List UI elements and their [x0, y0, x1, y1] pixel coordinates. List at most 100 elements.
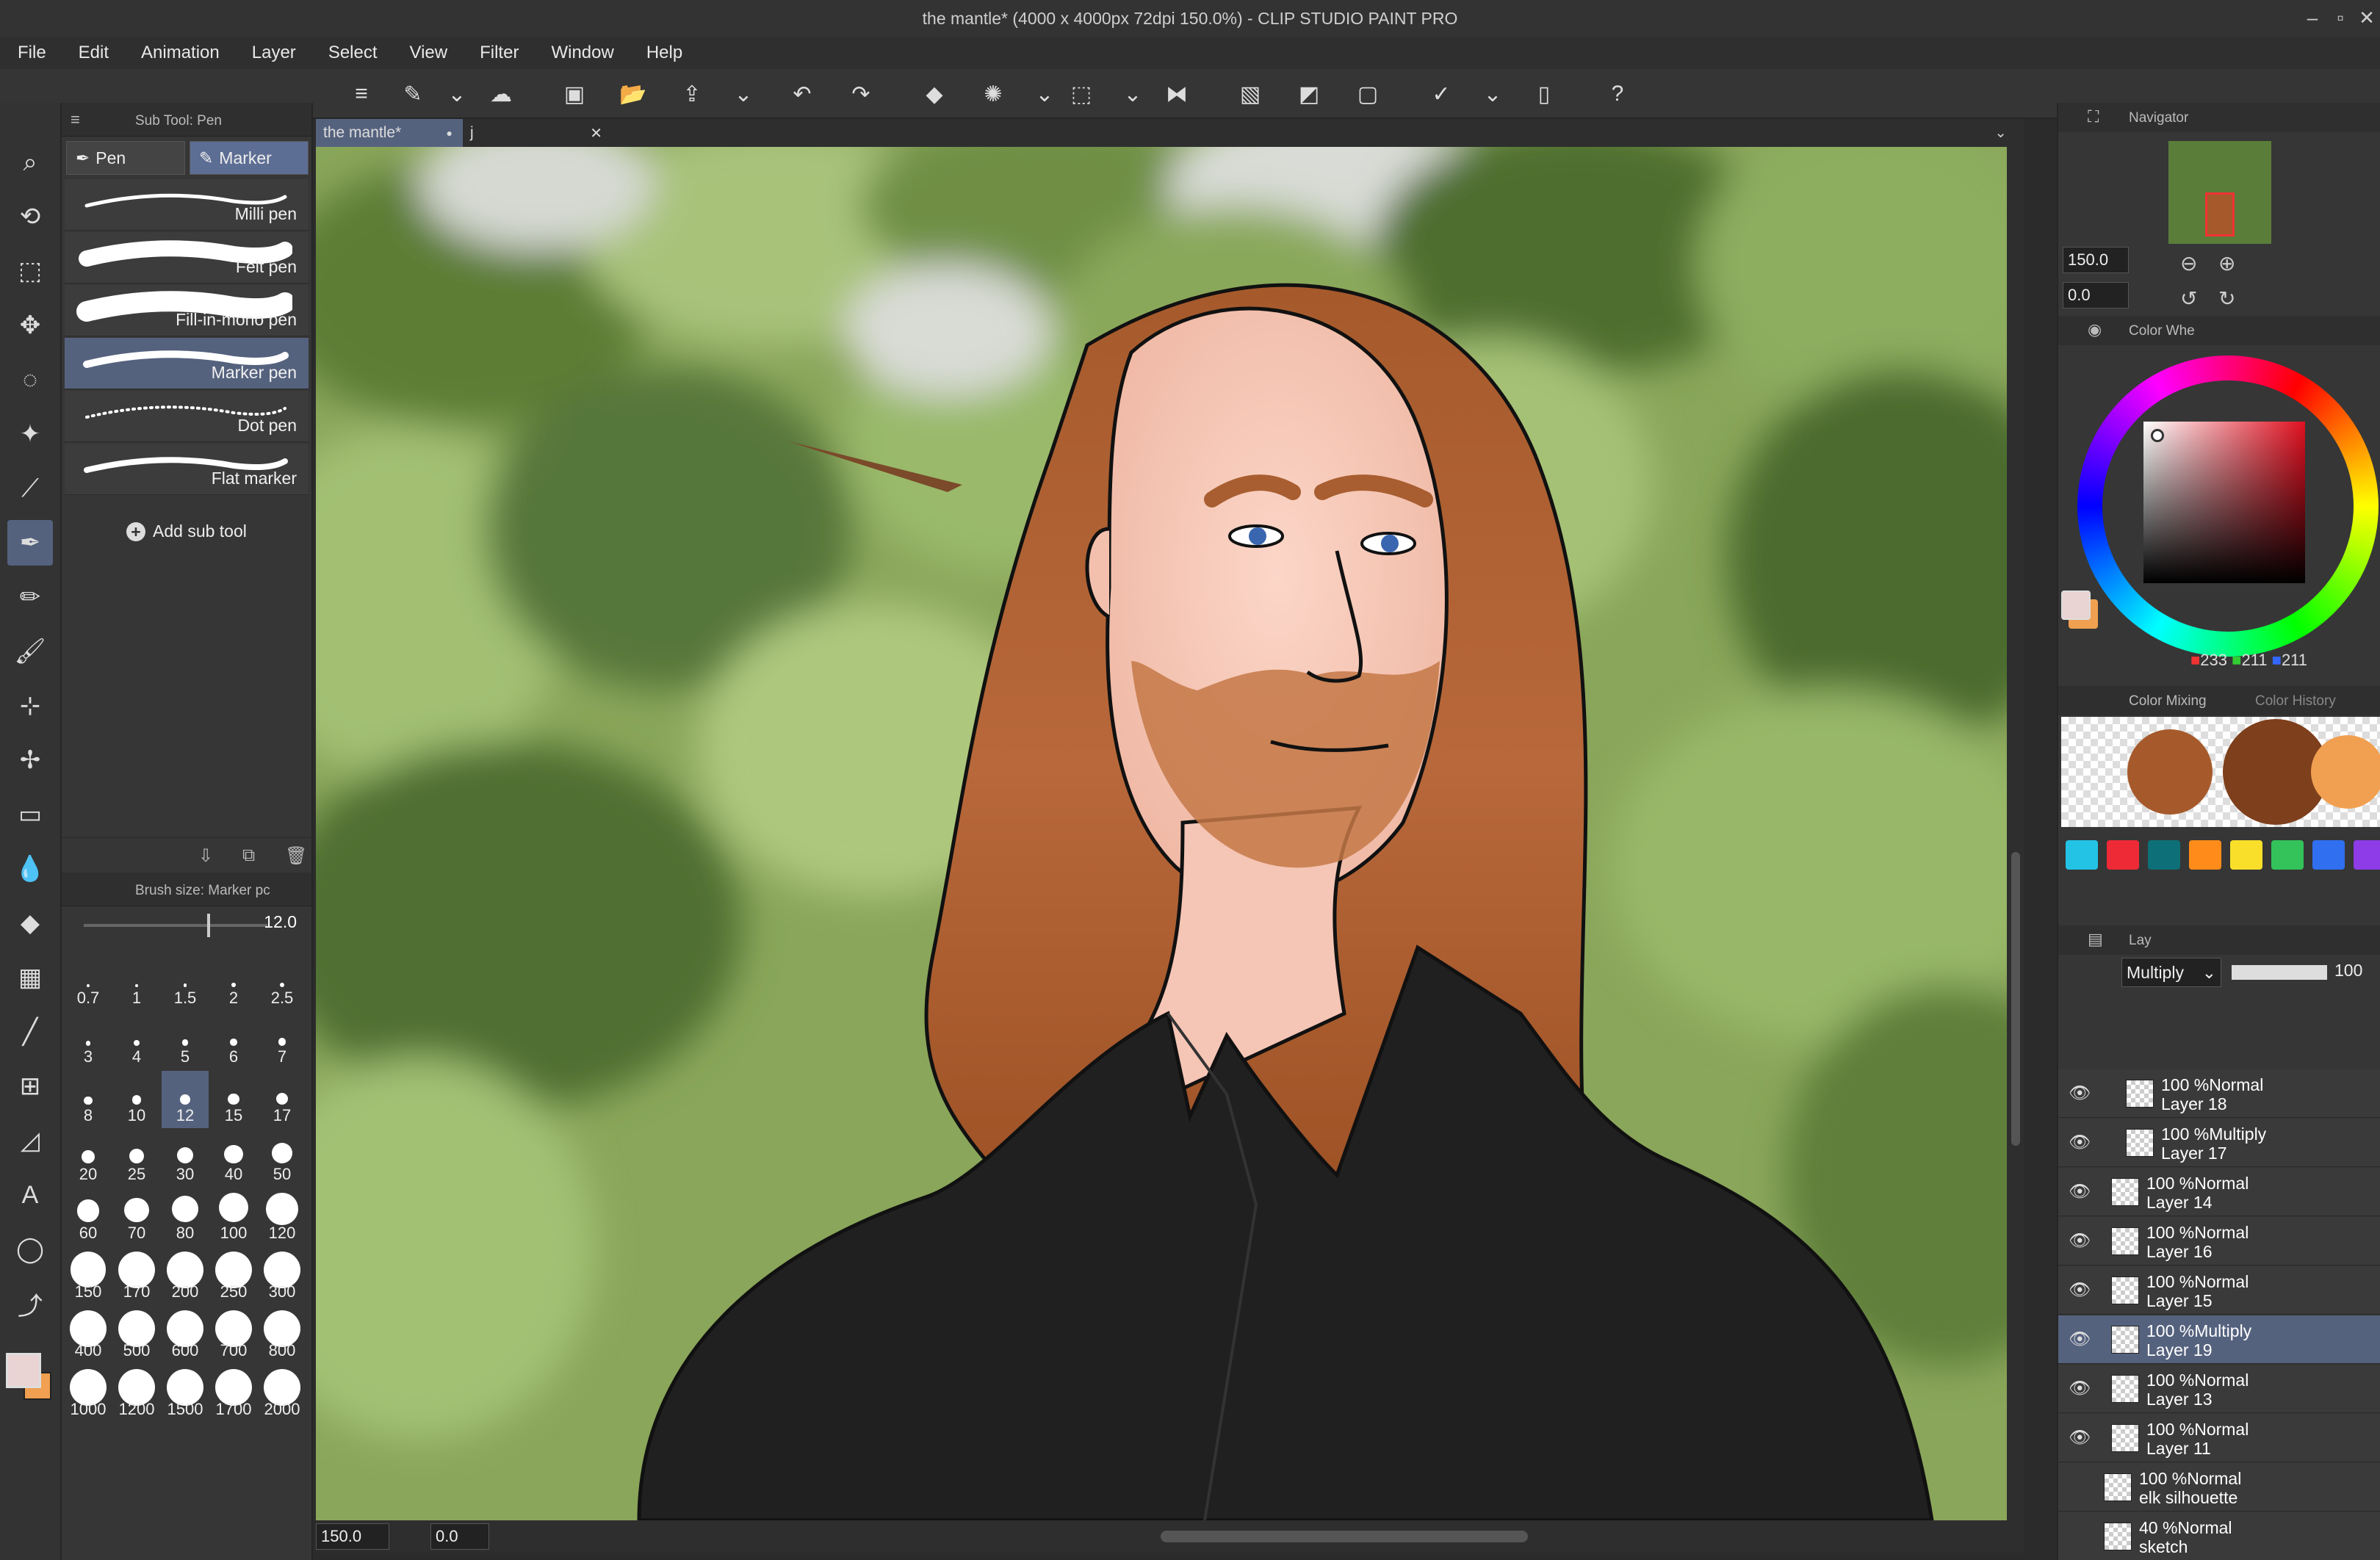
layer-row[interactable]: 40 %Normal sketch — [2058, 1512, 2380, 1560]
brush-size-option[interactable]: 4 — [113, 1012, 160, 1069]
dropdown-icon[interactable]: ⌄ — [441, 78, 473, 110]
rotate-right-icon[interactable]: ↻ — [2218, 286, 2235, 311]
gradient-icon[interactable]: ▦ — [7, 955, 53, 1000]
palette-swatch[interactable] — [2189, 840, 2221, 870]
brush-size-option[interactable]: 40 — [210, 1130, 257, 1187]
color-picker-handle[interactable] — [2151, 429, 2164, 442]
menu-edit[interactable]: Edit — [79, 43, 109, 63]
navigator-angle-field[interactable]: 0.0 — [2063, 282, 2129, 308]
brush-size-option[interactable]: 8 — [65, 1071, 112, 1128]
fill-icon[interactable]: ◆ — [918, 78, 951, 110]
brush-size-option[interactable]: 1 — [113, 953, 160, 1011]
brush-item[interactable]: Marker pen — [65, 338, 309, 389]
brush-size-option[interactable]: 700 — [210, 1306, 257, 1363]
brush-size-option[interactable]: 500 — [113, 1306, 160, 1363]
navigator-zoom-field[interactable]: 150.0 — [2063, 247, 2129, 273]
add-sub-tool-button[interactable]: + Add sub tool — [126, 521, 247, 541]
figure-icon[interactable]: ╱ — [7, 1009, 53, 1055]
layer-row[interactable]: 👁 100 %Normal Layer 16 — [2058, 1217, 2380, 1265]
minimize-icon[interactable]: – — [2299, 4, 2326, 31]
move-icon[interactable]: ✥ — [7, 303, 53, 348]
close-icon[interactable]: ✕ — [2354, 4, 2380, 31]
brush-size-option[interactable]: 120 — [259, 1188, 306, 1246]
open-icon[interactable]: 📂 — [617, 78, 649, 110]
navigator-preview[interactable] — [2168, 141, 2271, 244]
airbrush-icon[interactable]: ⊹ — [7, 683, 53, 729]
menu-icon[interactable]: ≡ — [345, 78, 378, 110]
brush-item[interactable]: Milli pen — [65, 179, 309, 231]
tab-pen[interactable]: ✒ Pen — [66, 141, 185, 175]
brush-item[interactable]: Fill-in-mono pen — [65, 285, 309, 336]
palette-swatch[interactable] — [2312, 840, 2345, 870]
trash-icon[interactable]: 🗑 — [285, 845, 307, 867]
brush-size-option[interactable]: 1700 — [210, 1365, 257, 1422]
layer-row[interactable]: 👁 100 %Normal Layer 18 — [2058, 1069, 2380, 1118]
maximize-icon[interactable]: ▫ — [2327, 4, 2354, 31]
transform-icon[interactable]: ⬚ — [1065, 78, 1097, 110]
check-icon[interactable]: ✓ — [1425, 78, 1457, 110]
saturation-value-square[interactable] — [2143, 422, 2305, 583]
brush-size-option[interactable]: 2000 — [259, 1365, 306, 1422]
eyedropper-icon[interactable]: ⟋ — [7, 466, 53, 511]
text-icon[interactable]: A — [7, 1172, 53, 1218]
brush-size-option[interactable]: 0.7 — [65, 953, 112, 1011]
loading-icon[interactable]: ✺ — [977, 78, 1009, 110]
doc-tab-the-mantle[interactable]: the mantle* ● — [316, 119, 463, 147]
pen-icon[interactable]: ✒ — [7, 520, 53, 566]
save-icon[interactable]: ⇪ — [676, 78, 708, 110]
brush-size-option[interactable]: 15 — [210, 1071, 257, 1128]
canvas-artwork[interactable] — [316, 147, 2024, 1520]
eye-icon[interactable]: 👁 — [2069, 1427, 2091, 1448]
horizontal-scroll-thumb[interactable] — [1161, 1531, 1528, 1542]
eye-icon[interactable]: 👁 — [2069, 1279, 2091, 1301]
zoom-icon[interactable]: ⌕ — [7, 140, 53, 185]
menu-view[interactable]: View — [410, 43, 448, 63]
menu-window[interactable]: Window — [551, 43, 613, 63]
brush-size-option[interactable]: 300 — [259, 1247, 306, 1304]
palette-swatch[interactable] — [2066, 840, 2098, 870]
zoom-field[interactable]: 150.0 — [316, 1523, 389, 1550]
dropdown-icon[interactable]: ⌄ — [1476, 78, 1509, 110]
color-mixing-canvas[interactable] — [2061, 717, 2380, 827]
brush-size-option[interactable]: 10 — [113, 1071, 160, 1128]
tablet-icon[interactable]: ▯ — [1528, 78, 1560, 110]
menu-select[interactable]: Select — [328, 43, 378, 63]
paint-blob[interactable] — [2127, 729, 2213, 815]
brush-size-option[interactable]: 1000 — [65, 1365, 112, 1422]
menu-filter[interactable]: Filter — [480, 43, 519, 63]
new-canvas-icon[interactable]: ▣ — [558, 78, 591, 110]
rotate-left-icon[interactable]: ↺ — [2180, 286, 2197, 311]
rotate-icon[interactable]: ⟲ — [7, 194, 53, 239]
angle-field[interactable]: 0.0 — [430, 1523, 489, 1550]
brush-size-option[interactable]: 2 — [210, 953, 257, 1011]
color-wheel[interactable] — [2077, 355, 2379, 657]
chevron-down-icon[interactable]: ⌄ — [1994, 123, 2007, 142]
brush-size-option[interactable]: 170 — [113, 1247, 160, 1304]
palette-swatch[interactable] — [2148, 840, 2180, 870]
decoration-icon[interactable]: ✢ — [7, 737, 53, 783]
brush-size-option[interactable]: 5 — [162, 1012, 209, 1069]
brush-item[interactable]: Flat marker — [65, 444, 309, 495]
brush-size-option[interactable]: 60 — [65, 1188, 112, 1246]
magic-wand-icon[interactable]: ✦ — [7, 411, 53, 457]
brush-size-option[interactable]: 7 — [259, 1012, 306, 1069]
color-mixing-title[interactable]: Color Mixing — [2129, 693, 2207, 709]
brush-item[interactable]: Dot pen — [65, 391, 309, 442]
crop-icon[interactable]: ▢ — [1352, 78, 1384, 110]
brush-size-slider[interactable] — [84, 914, 267, 937]
main-color-swatch[interactable] — [2061, 591, 2091, 620]
eye-icon[interactable]: 👁 — [2069, 1230, 2091, 1252]
brush-size-option[interactable]: 600 — [162, 1306, 209, 1363]
flip-icon[interactable]: ⧓ — [1161, 78, 1193, 110]
layer-row[interactable]: 100 %Normal elk silhouette — [2058, 1463, 2380, 1512]
color-indicator[interactable] — [6, 1353, 57, 1409]
layer-row[interactable]: 👁 100 %Normal Layer 15 — [2058, 1266, 2380, 1315]
tab-marker[interactable]: ✎ Marker — [190, 141, 309, 175]
doc-tab-j[interactable]: j ✕ — [463, 119, 610, 147]
lasso-icon[interactable]: ◌ — [7, 357, 53, 402]
object-icon[interactable]: ⬚ — [7, 248, 53, 294]
brush-size-option[interactable]: 80 — [162, 1188, 209, 1246]
canvas-area[interactable] — [316, 147, 2024, 1520]
brush-icon[interactable]: 🖌 — [7, 629, 53, 674]
brush-size-option[interactable]: 1500 — [162, 1365, 209, 1422]
